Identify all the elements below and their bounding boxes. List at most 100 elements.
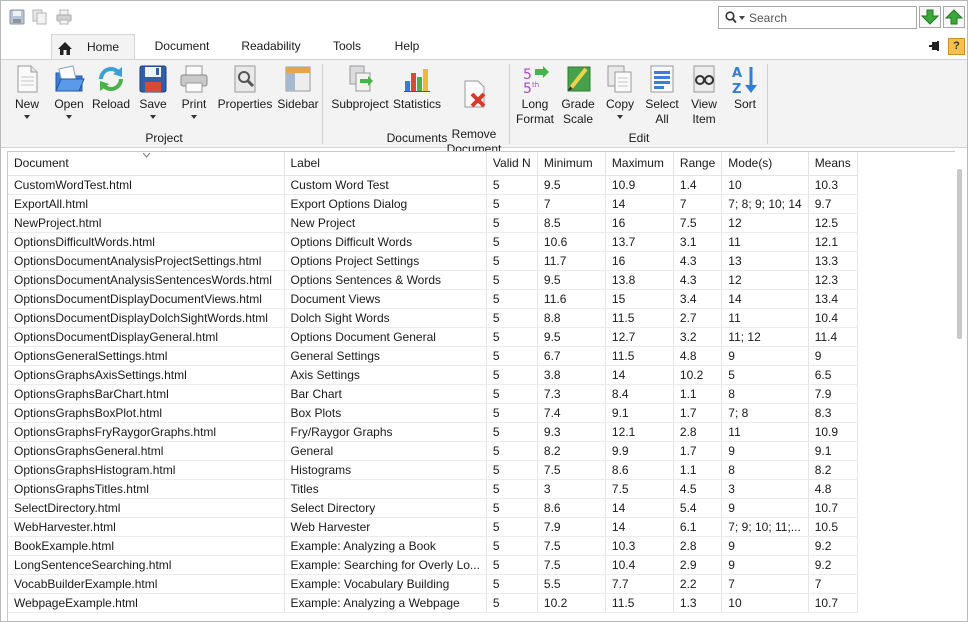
sort-button[interactable]: AZ Sort	[727, 63, 763, 112]
table-row[interactable]: OptionsGraphsAxisSettings.html Axis Setti…	[8, 365, 858, 385]
pin-icon[interactable]	[928, 39, 942, 56]
view-item-icon	[693, 65, 715, 93]
new-button[interactable]: New	[9, 63, 45, 119]
chevron-down-icon[interactable]	[739, 16, 745, 20]
tab-home[interactable]: Home	[51, 34, 135, 59]
search-next-button[interactable]	[919, 6, 941, 28]
table-cell: 4.8	[808, 479, 858, 499]
tab-help[interactable]: Help	[393, 34, 421, 59]
properties-button[interactable]: Properties	[216, 63, 274, 112]
column-header-document[interactable]: Document	[8, 152, 285, 176]
table-row[interactable]: WebHarvester.html Web Harvester 5 7.9 14 6.1 7…	[8, 517, 858, 537]
group-separator	[767, 64, 768, 144]
grade-scale-button[interactable]: Grade Scale	[558, 63, 598, 127]
table-row[interactable]: OptionsDocumentAnalysisSentencesWords.ht…	[8, 270, 858, 290]
chevron-down-icon	[191, 115, 197, 119]
column-header-minimum[interactable]: Minimum	[537, 152, 606, 176]
table-cell: 8.6	[537, 498, 606, 518]
table-row[interactable]: OptionsDocumentAnalysisProjectSettings.h…	[8, 251, 858, 271]
table-cell: 8.2	[537, 441, 606, 461]
table-row[interactable]: OptionsDifficultWords.html Options Diffic…	[8, 232, 858, 252]
table-row[interactable]: OptionsGeneralSettings.html General Setti…	[8, 346, 858, 366]
table-row[interactable]: OptionsGraphsHistogram.html Histograms 5 7.…	[8, 460, 858, 480]
table-row[interactable]: BookExample.html Example: Analyzing a Boo…	[8, 536, 858, 556]
table-cell: OptionsDocumentDisplayDocumentViews.html	[8, 289, 285, 309]
table-row[interactable]: WebpageExample.html Example: Analyzing a …	[8, 593, 858, 613]
print-button[interactable]: Print	[176, 63, 212, 119]
search-previous-button[interactable]	[943, 6, 965, 28]
column-header-label[interactable]: Label	[284, 152, 487, 176]
table-cell: LongSentenceSearching.html	[8, 555, 285, 575]
table-row[interactable]: OptionsGraphsTitles.html Titles 5 3 7.5 4.5 3 4…	[8, 479, 858, 499]
table-row[interactable]: VocabBuilderExample.html Example: Vocabul…	[8, 574, 858, 594]
column-header-mode-s[interactable]: Mode(s)	[721, 152, 809, 176]
table-row[interactable]: ExportAll.html Export Options Dialog 5 7 14 7…	[8, 194, 858, 214]
table-cell: WebHarvester.html	[8, 517, 285, 537]
column-header-range[interactable]: Range	[673, 152, 723, 176]
new-document-icon	[17, 65, 38, 93]
subproject-button[interactable]: Subproject	[329, 63, 391, 112]
table-cell: Select Directory	[284, 498, 487, 518]
table-row[interactable]: LongSentenceSearching.html Example: Searc…	[8, 555, 858, 575]
results-table[interactable]: Document Label Valid N Minimum Maximum Range M…	[7, 151, 955, 621]
copy-icon[interactable]	[32, 9, 48, 25]
table-cell: Example: Analyzing a Webpage	[284, 593, 487, 613]
save-button[interactable]: Save	[135, 63, 171, 119]
long-format-icon: 55th	[523, 66, 549, 95]
table-cell: Custom Word Test	[284, 175, 487, 195]
help-button[interactable]: ?	[948, 38, 965, 55]
table-row[interactable]: OptionsDocumentDisplayDocumentViews.html…	[8, 289, 858, 309]
save-button-label: Save	[139, 97, 167, 111]
group-label-documents: Documents	[386, 131, 448, 145]
table-row[interactable]: OptionsDocumentDisplayGeneral.html Option…	[8, 327, 858, 347]
table-cell: 5	[486, 384, 538, 404]
column-header-maximum[interactable]: Maximum	[605, 152, 674, 176]
vertical-scrollbar[interactable]	[957, 169, 962, 339]
column-header-valid-n[interactable]: Valid N	[486, 152, 538, 176]
table-cell: Box Plots	[284, 403, 487, 423]
table-cell: 7.3	[537, 384, 606, 404]
tab-readability[interactable]: Readability	[240, 34, 302, 59]
tab-document[interactable]: Document	[151, 34, 213, 59]
save-icon[interactable]	[9, 9, 25, 25]
table-row[interactable]: CustomWordTest.html Custom Word Test 5 9.5 1…	[8, 175, 858, 195]
table-row[interactable]: OptionsDocumentDisplayDolchSightWords.ht…	[8, 308, 858, 328]
table-cell: 3.2	[673, 327, 723, 347]
copy-button[interactable]: Copy	[601, 63, 639, 119]
tab-tools[interactable]: Tools	[331, 34, 363, 59]
table-cell: Options Sentences & Words	[284, 270, 487, 290]
table-cell: VocabBuilderExample.html	[8, 574, 285, 594]
printer-icon[interactable]	[56, 9, 72, 25]
select-all-icon	[650, 65, 674, 93]
open-button[interactable]: Open	[51, 63, 87, 119]
copy-icon	[607, 65, 632, 93]
search-box[interactable]	[718, 6, 917, 29]
table-cell: 16	[605, 213, 674, 233]
table-cell: 5	[486, 346, 538, 366]
column-header-means[interactable]: Means	[808, 152, 858, 176]
table-row[interactable]: SelectDirectory.html Select Directory 5 8.6…	[8, 498, 858, 518]
table-row[interactable]: OptionsGraphsBarChart.html Bar Chart 5 7.3 8…	[8, 384, 858, 404]
select-all-button[interactable]: Select All	[642, 63, 682, 127]
table-row[interactable]: OptionsGraphsGeneral.html General 5 8.2 9.9 1…	[8, 441, 858, 461]
table-cell: 5	[486, 251, 538, 271]
table-cell: 10.5	[808, 517, 858, 537]
reload-button[interactable]: Reload	[91, 63, 131, 112]
table-cell: 5	[486, 574, 538, 594]
table-cell: 12	[721, 213, 809, 233]
view-item-button[interactable]: View Item	[685, 63, 723, 127]
table-row[interactable]: NewProject.html New Project 5 8.5 16 7.5 12 12.…	[8, 213, 858, 233]
table-cell: 3.8	[537, 365, 606, 385]
table-cell: 14	[605, 517, 674, 537]
long-format-button[interactable]: 5 5th Long Format	[514, 63, 556, 127]
table-cell: OptionsGraphsFryRaygorGraphs.html	[8, 422, 285, 442]
table-row[interactable]: OptionsGraphsFryRaygorGraphs.html Fry/Ray…	[8, 422, 858, 442]
table-cell: 5	[721, 365, 809, 385]
statistics-button[interactable]: Statistics	[392, 63, 442, 112]
table-cell: 13.7	[605, 232, 674, 252]
table-cell: 7	[673, 194, 723, 214]
statistics-button-label: Statistics	[392, 97, 441, 111]
sidebar-button[interactable]: Sidebar	[277, 63, 319, 112]
search-input[interactable]	[749, 9, 909, 26]
table-row[interactable]: OptionsGraphsBoxPlot.html Box Plots 5 7.4 9.…	[8, 403, 858, 423]
